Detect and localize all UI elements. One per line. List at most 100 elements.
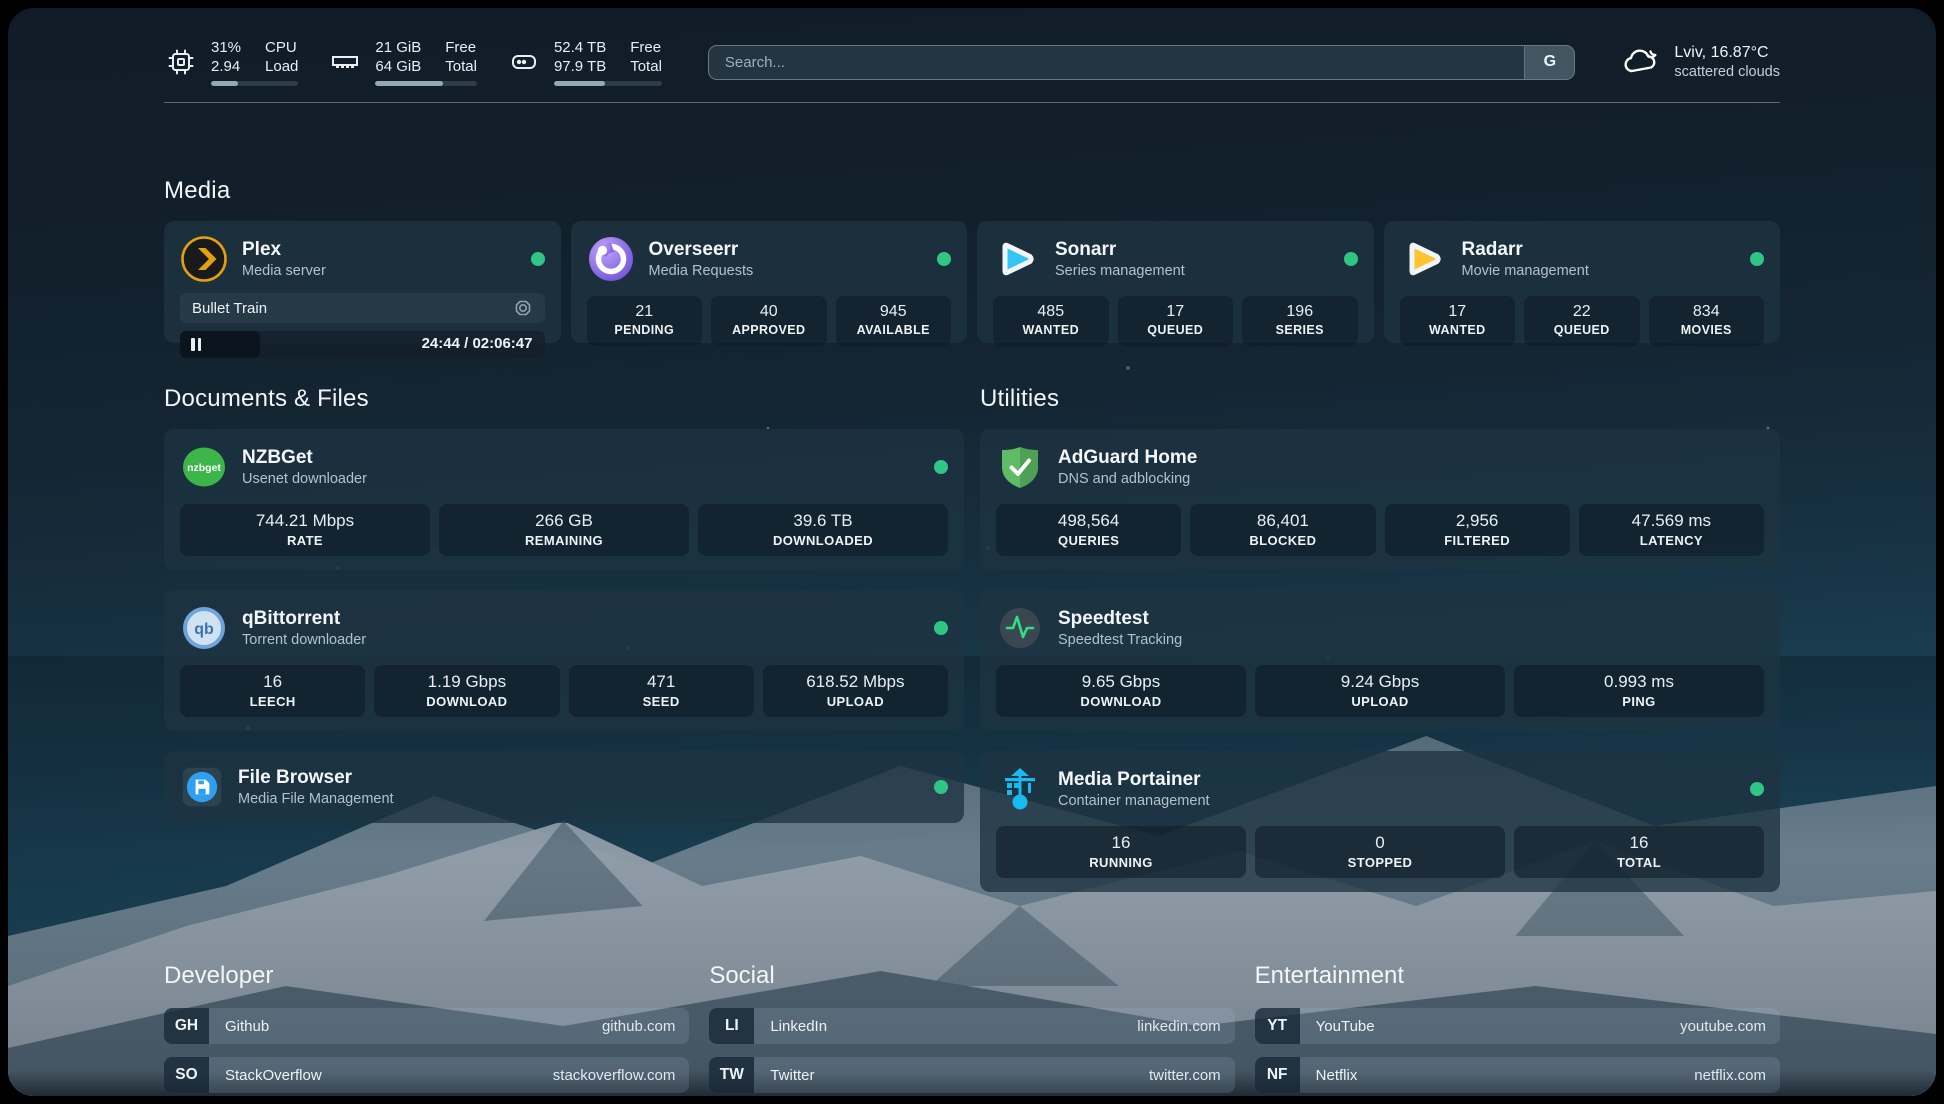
service-card-speedtest[interactable]: Speedtest Speedtest Tracking 9.65 Gbps D… [980, 590, 1780, 731]
bookmark-abbr: TW [709, 1057, 754, 1093]
bookmark-url: stackoverflow.com [553, 1067, 676, 1084]
metric-label: PENDING [591, 322, 699, 339]
metric-label: RUNNING [1000, 854, 1242, 871]
bookmark-group-entertainment: Entertainment YT YouTube youtube.com NF … [1255, 962, 1780, 1096]
bookmark-name: Github [225, 1018, 269, 1035]
bookmark-url: twitter.com [1149, 1067, 1221, 1084]
system-stats: 31%2.94 CPULoad 21 GiB64 GiB FreeTotal 5… [164, 38, 662, 86]
service-card-overseerr[interactable]: Overseerr Media Requests 21 PENDING 40 A… [571, 221, 968, 343]
metric-value: 22 [1528, 301, 1636, 322]
weather-widget[interactable]: Lviv, 16.87°C scattered clouds [1621, 42, 1780, 82]
search-bar[interactable]: G [708, 45, 1576, 80]
now-playing-row[interactable]: Bullet Train [180, 293, 545, 323]
bookmark-link-netflix[interactable]: NF Netflix netflix.com [1255, 1057, 1780, 1093]
service-card-plex[interactable]: Plex Media server Bullet Train 24:44 / 0… [164, 221, 561, 343]
metrics-row: 498,564 QUERIES 86,401 BLOCKED 2,956 FIL… [996, 504, 1764, 556]
metric-label: DOWNLOAD [378, 693, 555, 710]
bookmark-link-stackoverflow[interactable]: SO StackOverflow stackoverflow.com [164, 1057, 689, 1093]
service-name: File Browser [238, 766, 394, 790]
metric-label: UPLOAD [1259, 693, 1501, 710]
section-title-utilities: Utilities [980, 385, 1780, 413]
metric-label: FILTERED [1389, 532, 1566, 549]
service-name: Speedtest [1058, 607, 1182, 631]
metric-box: 9.65 Gbps DOWNLOAD [996, 665, 1246, 717]
service-card-sonarr[interactable]: Sonarr Series management 485 WANTED 17 Q… [977, 221, 1374, 343]
service-description: Container management [1058, 792, 1210, 811]
service-description: Media server [242, 262, 326, 281]
service-description: DNS and adblocking [1058, 470, 1197, 489]
metric-label: BLOCKED [1194, 532, 1371, 549]
status-online-dot [934, 780, 948, 794]
stat-label-bottom: Total [630, 57, 662, 76]
service-card-qbittorrent[interactable]: qb qBittorrent Torrent downloader 16 LEE… [164, 590, 964, 731]
service-name: Sonarr [1055, 238, 1185, 262]
bookmark-link-twitter[interactable]: TW Twitter twitter.com [709, 1057, 1234, 1093]
bookmark-name: YouTube [1316, 1018, 1375, 1035]
metric-box: 17 WANTED [1400, 296, 1516, 346]
bookmark-link-github[interactable]: GH Github github.com [164, 1008, 689, 1044]
usage-progressbar [375, 81, 477, 86]
now-playing: Bullet Train 24:44 / 02:06:47 [180, 293, 545, 358]
metric-value: 0.993 ms [1518, 670, 1760, 693]
metric-box: 196 SERIES [1242, 296, 1358, 346]
sonarr-icon [993, 235, 1041, 283]
playback-progressbar[interactable]: 24:44 / 02:06:47 [180, 331, 545, 358]
metric-value: 40 [715, 301, 823, 322]
service-description: Usenet downloader [242, 470, 367, 489]
pause-icon[interactable] [191, 338, 201, 351]
metric-value: 16 [184, 670, 361, 693]
service-description: Movie management [1462, 262, 1589, 281]
metric-value: 86,401 [1194, 509, 1371, 532]
metric-box: 16 LEECH [180, 665, 365, 717]
metrics-row: 9.65 Gbps DOWNLOAD 9.24 Gbps UPLOAD 0.99… [996, 665, 1764, 717]
metric-label: QUERIES [1000, 532, 1177, 549]
service-card-radarr[interactable]: Radarr Movie management 17 WANTED 22 QUE… [1384, 221, 1781, 343]
metric-label: WANTED [997, 322, 1105, 339]
service-card-media-portainer[interactable]: Media Portainer Container management 16 … [980, 751, 1780, 892]
stream-icon [513, 298, 533, 318]
search-input[interactable] [709, 46, 1525, 79]
stat-label-bottom: Load [265, 57, 298, 76]
status-online-dot [531, 252, 545, 266]
bookmark-abbr: YT [1255, 1008, 1300, 1044]
bookmark-name: Netflix [1316, 1067, 1358, 1084]
bookmark-link-youtube[interactable]: YT YouTube youtube.com [1255, 1008, 1780, 1044]
filebrowser-icon [180, 765, 224, 809]
service-card-file-browser[interactable]: File Browser Media File Management [164, 751, 964, 823]
bookmark-link-linkedin[interactable]: LI LinkedIn linkedin.com [709, 1008, 1234, 1044]
metric-label: DOWNLOADED [702, 532, 944, 549]
section-media: Media Plex Media server Bullet Train 24:… [164, 177, 1780, 343]
metric-box: 9.24 Gbps UPLOAD [1255, 665, 1505, 717]
bookmark-group-social: Social LI LinkedIn linkedin.com TW Twitt… [709, 962, 1234, 1096]
metric-box: 498,564 QUERIES [996, 504, 1181, 556]
documents-cards: nzbget NZBGet Usenet downloader 744.21 M… [164, 429, 964, 823]
service-description: Series management [1055, 262, 1185, 281]
usage-progressbar [554, 81, 662, 86]
service-name: Overseerr [649, 238, 754, 262]
metric-value: 17 [1122, 301, 1230, 322]
metric-label: QUEUED [1122, 322, 1230, 339]
metric-value: 9.65 Gbps [1000, 670, 1242, 693]
now-playing-title: Bullet Train [192, 300, 267, 317]
service-card-nzbget[interactable]: nzbget NZBGet Usenet downloader 744.21 M… [164, 429, 964, 570]
bookmark-abbr: GH [164, 1008, 209, 1044]
metric-value: 16 [1518, 831, 1760, 854]
usage-progress-fill [211, 81, 238, 86]
bookmark-url: linkedin.com [1137, 1018, 1220, 1035]
bookmark-groups: Developer GH Github github.com SO StackO… [164, 962, 1780, 1096]
service-card-adguard-home[interactable]: AdGuard Home DNS and adblocking 498,564 … [980, 429, 1780, 570]
metric-value: 9.24 Gbps [1259, 670, 1501, 693]
bookmark-name: StackOverflow [225, 1067, 322, 1084]
metric-box: 22 QUEUED [1524, 296, 1640, 346]
cloud-icon [1621, 42, 1661, 82]
metric-label: AVAILABLE [840, 322, 948, 339]
service-name: qBittorrent [242, 607, 366, 631]
bookmark-abbr: SO [164, 1057, 209, 1093]
search-engine-button[interactable]: G [1524, 46, 1574, 79]
bookmark-group-title: Entertainment [1255, 962, 1780, 990]
service-name: NZBGet [242, 446, 367, 470]
section-title-documents: Documents & Files [164, 385, 964, 413]
bookmark-url: github.com [602, 1018, 675, 1035]
speedtest-icon [996, 604, 1044, 652]
metric-box: 47.569 ms LATENCY [1579, 504, 1764, 556]
